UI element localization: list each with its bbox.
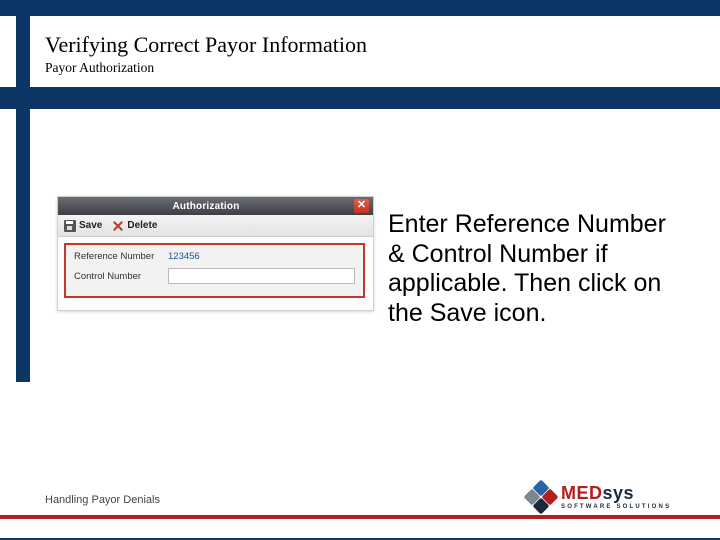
save-button[interactable]: Save (64, 220, 102, 232)
logo-text: MEDsys SOFTWARE SOLUTIONS (561, 484, 671, 510)
slide-title: Verifying Correct Payor Information (45, 32, 367, 58)
dialog-toolbar: Save Delete (58, 215, 373, 237)
logo-text-med: MED (561, 483, 603, 503)
close-icon: ✕ (357, 199, 366, 211)
decor-title-underline-bar (0, 87, 720, 109)
slide: Verifying Correct Payor Information Payo… (0, 0, 720, 540)
decor-footer-red-line (0, 515, 720, 519)
decor-top-bar (0, 0, 720, 16)
control-number-label: Control Number (74, 271, 162, 282)
medsys-logo: MEDsys SOFTWARE SOLUTIONS (527, 482, 682, 512)
logo-mark-icon (527, 483, 555, 511)
dialog-form-highlighted: Reference Number 123456 Control Number (64, 243, 365, 298)
close-button[interactable]: ✕ (354, 199, 369, 213)
logo-tagline: SOFTWARE SOLUTIONS (561, 504, 671, 510)
authorization-dialog: Authorization ✕ Save Delete Reference Nu… (57, 196, 374, 311)
instruction-text: Enter Reference Number & Control Number … (388, 210, 688, 328)
delete-icon (112, 220, 124, 232)
control-number-input[interactable] (168, 268, 355, 284)
decor-left-bar (16, 0, 30, 382)
save-button-label: Save (79, 220, 102, 231)
save-icon (64, 220, 76, 232)
reference-number-value[interactable]: 123456 (168, 251, 200, 262)
slide-subtitle: Payor Authorization (45, 60, 154, 76)
control-number-row: Control Number (74, 268, 355, 284)
footer-caption: Handling Payor Denials (45, 494, 160, 506)
delete-button-label: Delete (127, 220, 157, 231)
dialog-title: Authorization (172, 201, 239, 212)
delete-button[interactable]: Delete (112, 220, 157, 232)
reference-number-row: Reference Number 123456 (74, 251, 355, 262)
logo-text-sys: sys (603, 483, 635, 503)
dialog-titlebar: Authorization ✕ (58, 197, 373, 215)
reference-number-label: Reference Number (74, 251, 162, 262)
